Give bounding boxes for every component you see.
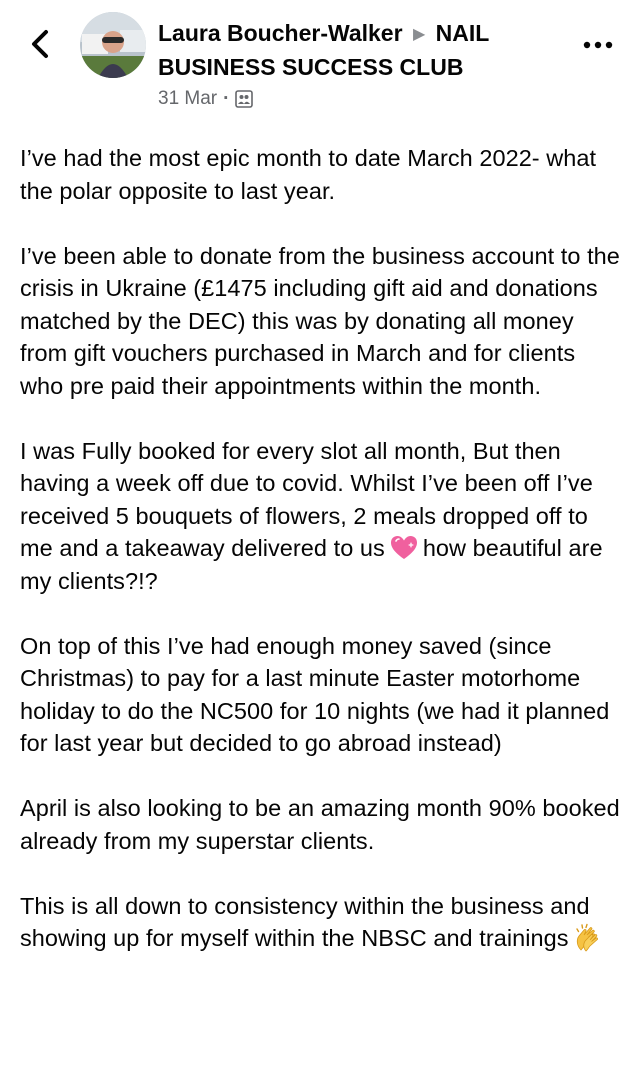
more-options-button[interactable] [578,30,618,60]
paragraph-text: This is all down to consistency within t… [20,892,590,952]
chevron-left-icon [32,30,48,58]
triangle-right-icon: ▶ [412,26,426,43]
post-author-line: Laura Boucher-Walker ▶ NAIL BUSINESS SUC… [158,18,558,83]
post-paragraph: I’ve been able to donate from the busine… [20,242,620,399]
post-paragraph: On top of this I’ve had enough money sav… [20,632,610,757]
post-meta: 31 Mar · [158,88,254,110]
back-button[interactable] [22,26,58,62]
avatar[interactable] [80,12,146,78]
post-date[interactable]: 31 Mar [158,88,217,110]
post-paragraph: April is also looking to be an amazing m… [20,795,620,854]
post-body: I’ve had the most epic month to date Mar… [20,142,624,987]
more-dots-icon [583,41,613,49]
group-icon [235,90,254,108]
clapping-hands-emoji [575,923,598,952]
post-paragraph: I was Fully booked for every slot all mo… [20,435,624,598]
post-paragraph: This is all down to consistency within t… [20,890,624,955]
post-paragraph: I’ve had the most epic month to date Mar… [20,145,597,204]
sparkling-heart-emoji [390,536,417,559]
post-header: Laura Boucher-Walker ▶ NAIL BUSINESS SUC… [0,0,640,120]
author-name[interactable]: Laura Boucher-Walker [158,20,403,46]
meta-separator: · [223,88,230,109]
